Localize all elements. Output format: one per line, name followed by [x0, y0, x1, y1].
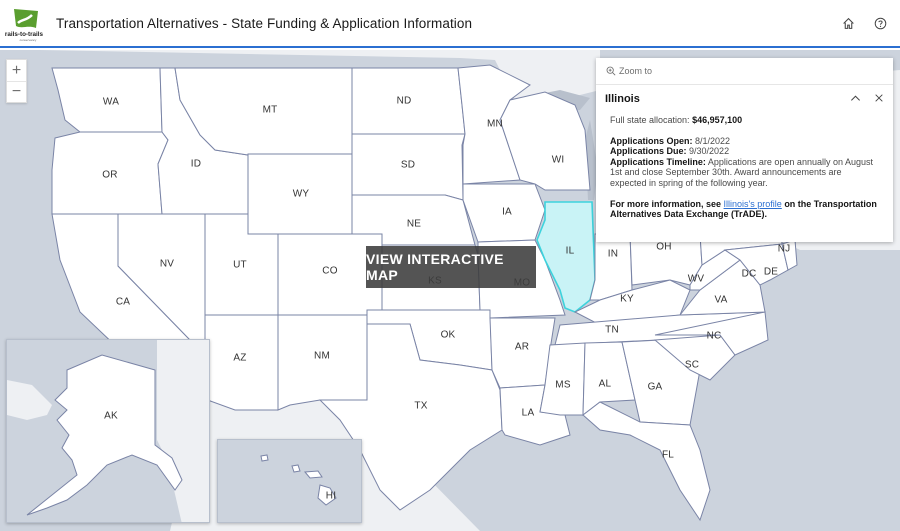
state-NM [277, 314, 368, 411]
zoom-to-button[interactable]: Zoom to [596, 58, 893, 85]
allocation-label: Full state allocation: [610, 115, 690, 125]
close-button[interactable] [873, 92, 885, 104]
state-IA [462, 183, 546, 243]
svg-text:conservancy: conservancy [20, 38, 37, 42]
logo-flag-icon: rails-to-trails conservancy [5, 9, 44, 42]
help-button[interactable] [872, 14, 888, 32]
zoom-to-label: Zoom to [619, 66, 653, 76]
state-WA [51, 67, 163, 133]
state-OR [51, 131, 169, 215]
more-info-prefix: For more information, see [610, 198, 722, 209]
zoom-control: + − [6, 59, 27, 103]
alaska-shape [7, 340, 209, 522]
chevron-up-icon [850, 94, 860, 101]
popup-content: Full state allocation: $46,957,100 Appli… [596, 113, 893, 220]
app-title: Transportation Alternatives - State Fund… [56, 15, 473, 31]
allocation-row: Full state allocation: $46,957,100 [610, 115, 879, 126]
app-header: rails-to-trails conservancy Transportati… [0, 0, 900, 48]
collapse-button[interactable] [849, 92, 861, 104]
state-WY [247, 153, 353, 235]
hawaii-shape [260, 454, 337, 506]
view-interactive-map-button[interactable]: VIEW INTERACTIVE MAP [366, 246, 536, 288]
hawaii-inset-map[interactable]: HI [217, 439, 362, 523]
zoom-in-magnifier-icon [606, 66, 616, 76]
state-ND [351, 67, 466, 135]
more-info: For more information, see Illinois's pro… [610, 199, 879, 220]
rails-to-trails-logo[interactable]: rails-to-trails conservancy [2, 1, 46, 45]
popup-title: Illinois [605, 93, 640, 105]
application-details: Applications Open: 8/1/2022 Applications… [610, 136, 879, 189]
help-icon [874, 17, 886, 29]
open-label: Applications Open: [610, 135, 693, 146]
state-profile-link[interactable]: Illinois's profile [724, 199, 782, 209]
due-label: Applications Due: [610, 146, 687, 157]
alaska-inset-map[interactable]: AK [6, 339, 210, 523]
state-info-popup: Zoom to Illinois Full state allocation: … [596, 58, 893, 242]
home-icon [842, 17, 854, 29]
state-SD [351, 133, 466, 201]
zoom-in-button[interactable]: + [7, 60, 26, 81]
allocation-value: $46,957,100 [692, 115, 743, 125]
due-value: 9/30/2022 [689, 146, 730, 157]
state-IN [589, 233, 633, 301]
svg-text:rails-to-trails: rails-to-trails [5, 31, 44, 38]
open-value: 8/1/2022 [695, 135, 731, 146]
state-AR [489, 317, 556, 389]
timeline-label: Applications Timeline: [610, 156, 706, 167]
zoom-out-button[interactable]: − [7, 81, 26, 102]
close-icon [875, 94, 883, 102]
home-button[interactable] [840, 14, 856, 32]
